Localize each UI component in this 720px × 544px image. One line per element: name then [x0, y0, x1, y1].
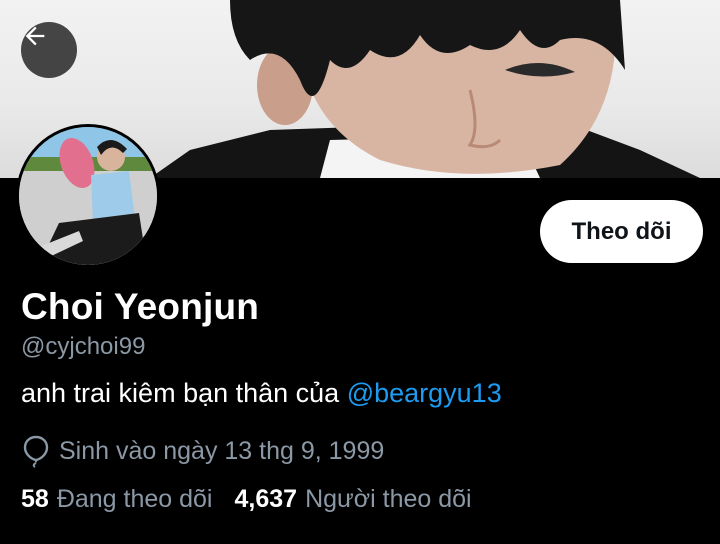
birth-date-text: Sinh vào ngày 13 thg 9, 1999: [59, 436, 385, 465]
following-count: 58: [21, 485, 49, 513]
follow-button[interactable]: Theo dõi: [540, 200, 703, 263]
avatar-photo: [19, 127, 157, 265]
back-button[interactable]: [21, 22, 77, 78]
bio-mention-link[interactable]: @beargyu13: [347, 378, 502, 408]
followers-link[interactable]: 4,637 Người theo dõi: [235, 485, 472, 514]
followers-label: Người theo dõi: [305, 485, 472, 513]
follow-stats: 58 Đang theo dõi 4,637 Người theo dõi: [21, 485, 472, 514]
balloon-icon: [21, 434, 51, 468]
following-link[interactable]: 58 Đang theo dõi: [21, 485, 213, 514]
bio-text: anh trai kiêm bạn thân của: [21, 378, 347, 408]
arrow-left-icon: [25, 26, 45, 46]
following-label: Đang theo dõi: [56, 485, 213, 513]
profile-bio: anh trai kiêm bạn thân của @beargyu13: [21, 378, 502, 409]
profile-name: Choi Yeonjun: [21, 286, 260, 327]
birth-date: Sinh vào ngày 13 thg 9, 1999: [21, 434, 384, 468]
profile-avatar[interactable]: [16, 124, 160, 268]
profile-handle: @cyjchoi99: [21, 333, 146, 360]
followers-count: 4,637: [234, 485, 298, 513]
